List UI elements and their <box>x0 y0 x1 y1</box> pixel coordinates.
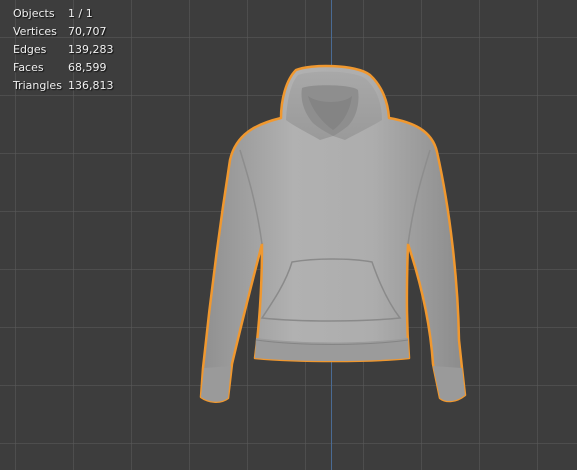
left-cuff <box>201 366 231 402</box>
right-cuff <box>433 366 465 402</box>
3d-viewport[interactable]: Objects 1 / 1 Vertices 70,707 Edges 139,… <box>0 0 577 470</box>
hoodie-mesh[interactable] <box>0 0 577 470</box>
